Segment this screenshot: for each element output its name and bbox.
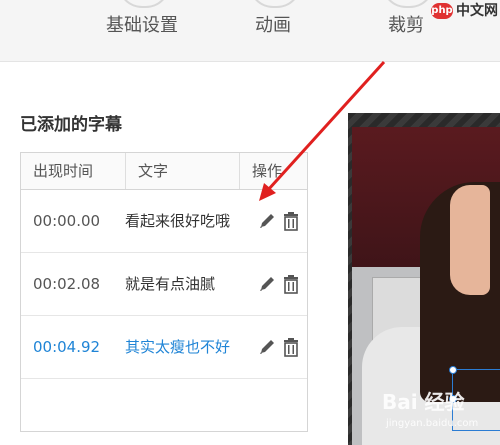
annotation-arrow <box>259 60 386 201</box>
